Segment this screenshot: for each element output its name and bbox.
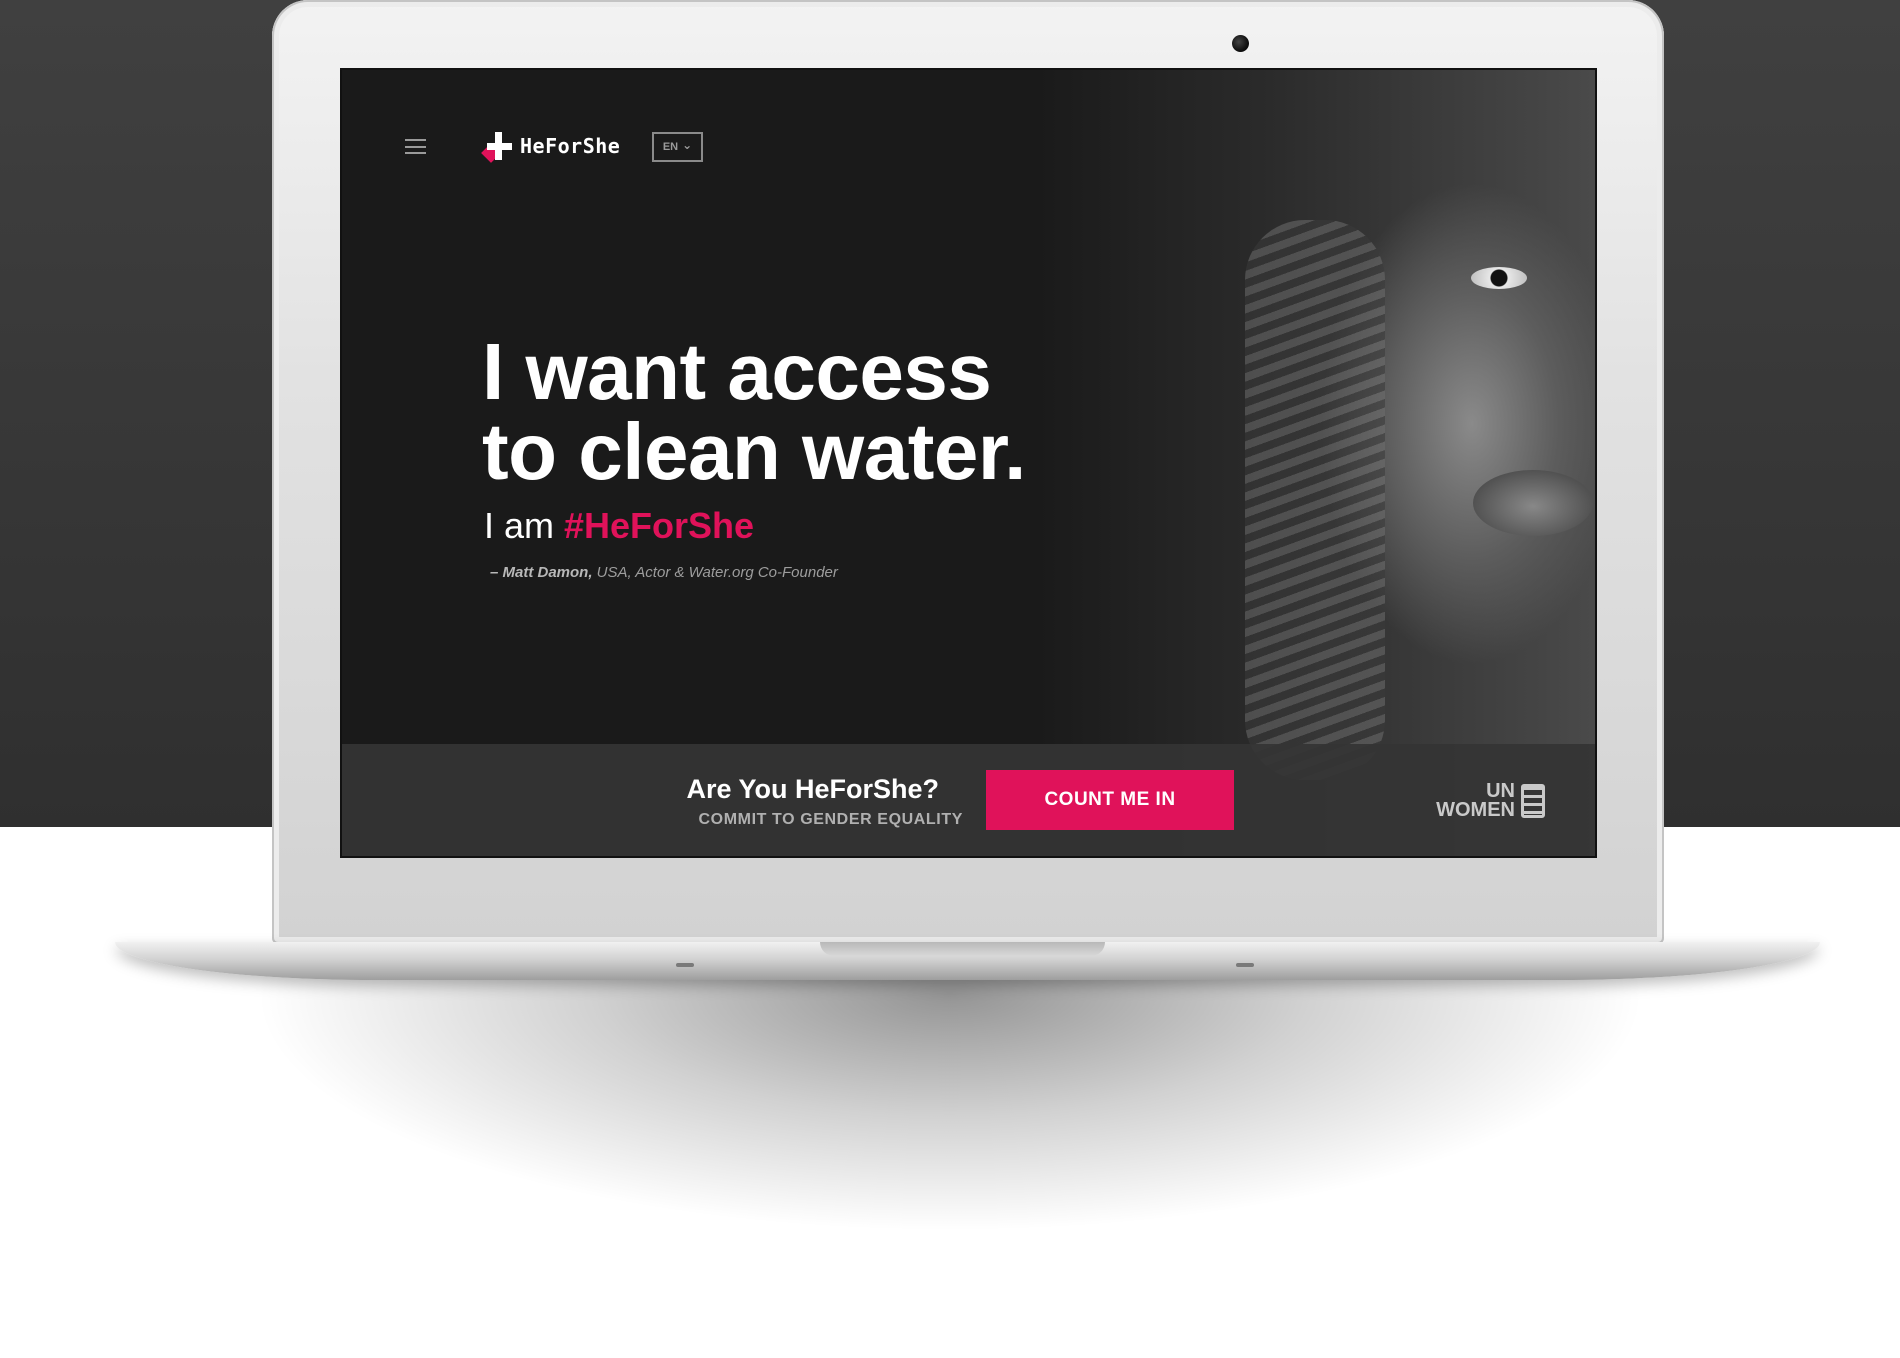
heforshe-logo-icon — [481, 132, 512, 163]
laptop-foot — [676, 963, 694, 967]
language-label: EN — [662, 141, 679, 153]
cta-question: Are You HeForShe? — [686, 774, 939, 804]
language-selector[interactable]: EN ⌄ — [652, 132, 703, 162]
quote-attribution: – Matt Damon, USA, Actor & Water.org Co-… — [490, 564, 838, 581]
laptop-notch — [820, 942, 1105, 956]
count-me-in-button[interactable]: COUNT ME IN — [986, 770, 1234, 830]
headline-line-2: to clean water. — [482, 407, 1026, 496]
hashtag: #HeForShe — [564, 505, 755, 546]
hero-headline: I want access to clean water. — [482, 332, 1102, 492]
hero-subline: I am #HeForShe — [484, 505, 754, 547]
hamburger-menu-icon[interactable] — [405, 139, 426, 154]
portrait-eye — [1471, 267, 1527, 289]
un-women-text: UN WOMEN — [1436, 781, 1515, 821]
attribution-detail: USA, Actor & Water.org Co-Founder — [592, 564, 838, 581]
subline-prefix: I am — [484, 505, 565, 546]
heforshe-logo[interactable]: HeForShe — [481, 130, 621, 163]
portrait-lips — [1473, 470, 1593, 536]
un-women-line-2: WOMEN — [1436, 799, 1515, 821]
attribution-name: – Matt Damon, — [490, 564, 593, 581]
un-women-logo[interactable]: UN WOMEN — [1436, 781, 1545, 821]
cta-subtitle: COMMIT TO GENDER EQUALITY — [698, 811, 963, 828]
hero-portrait-image — [1035, 70, 1595, 856]
un-women-logo-icon — [1521, 784, 1545, 818]
laptop-foot — [1236, 963, 1254, 967]
webcam-icon — [1232, 35, 1249, 52]
chevron-down-icon: ⌄ — [682, 138, 693, 152]
laptop-screen: HeForShe EN ⌄ I want access to clean wat… — [340, 68, 1597, 858]
logo-text: HeForShe — [520, 134, 621, 158]
headline-line-1: I want access — [482, 327, 992, 416]
laptop-shadow — [230, 940, 1670, 1240]
cta-bar: Are You HeForShe? COMMIT TO GENDER EQUAL… — [342, 744, 1595, 856]
